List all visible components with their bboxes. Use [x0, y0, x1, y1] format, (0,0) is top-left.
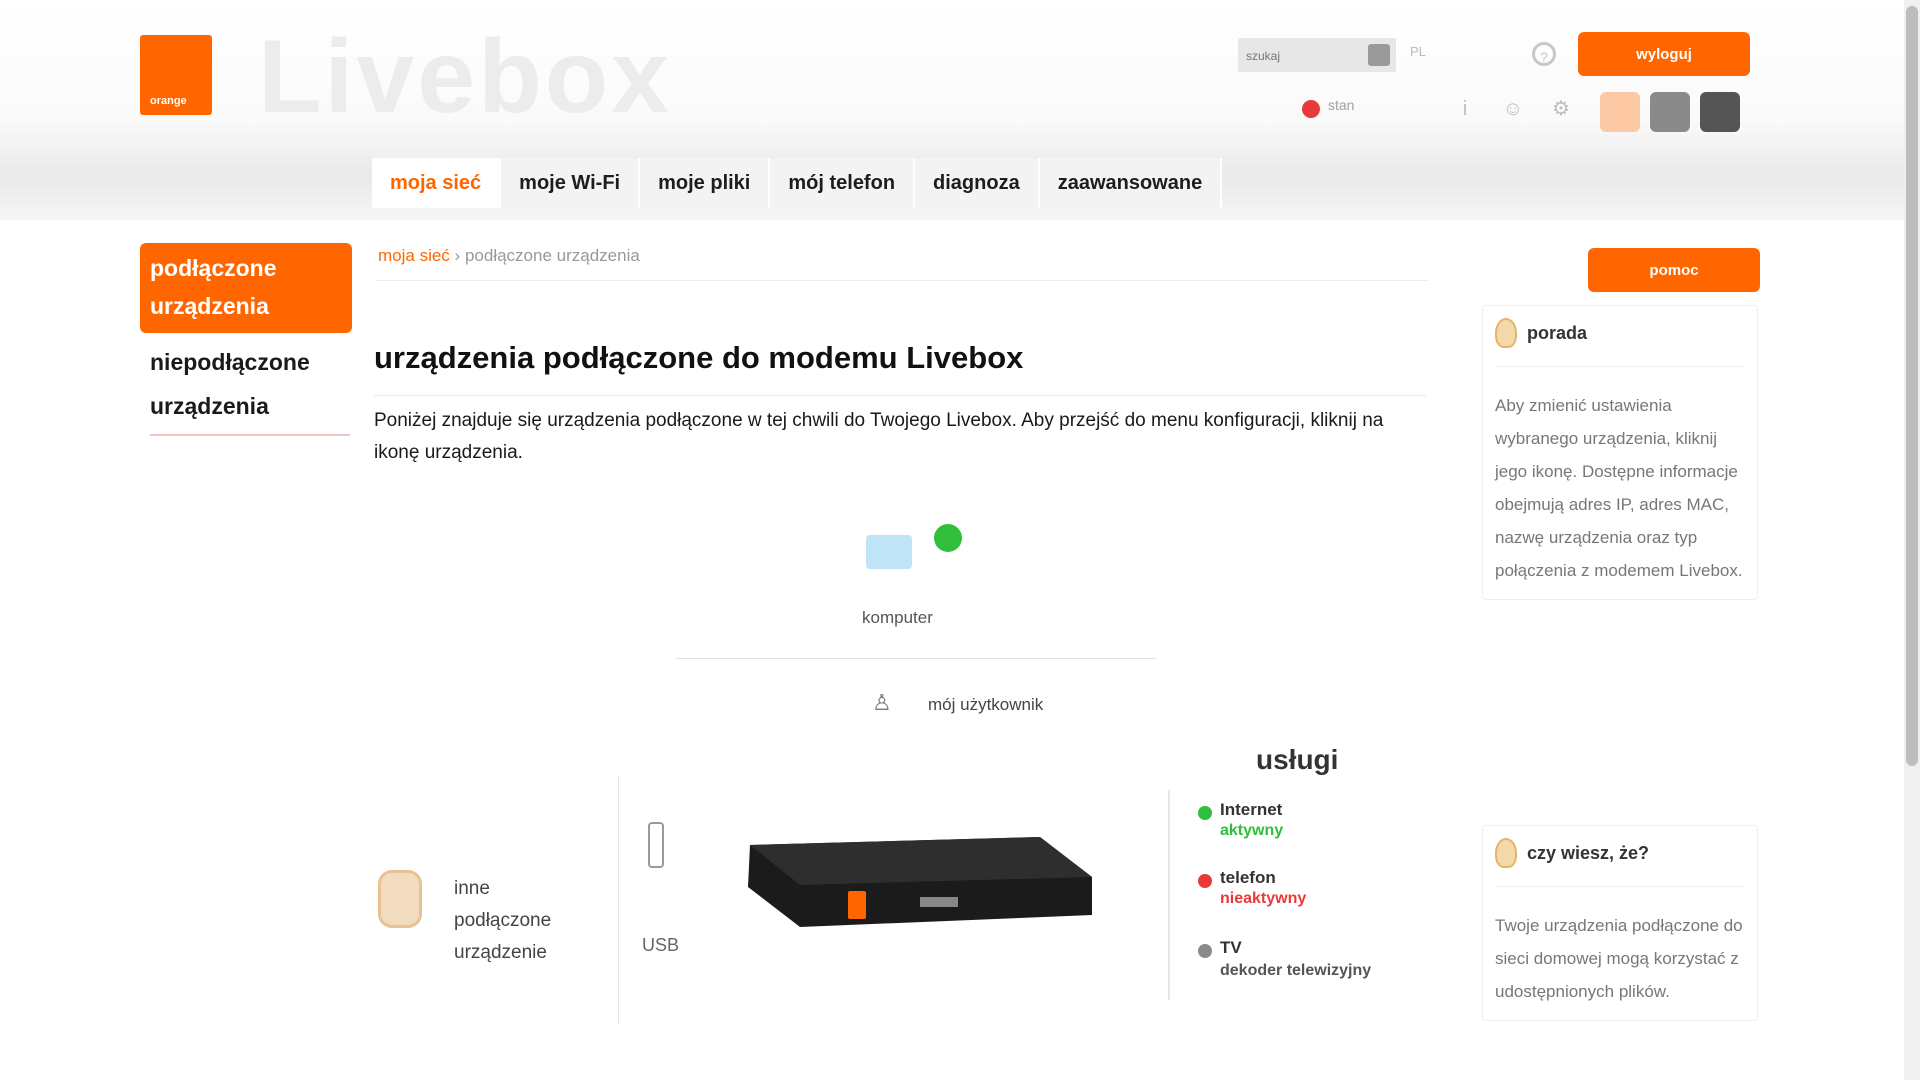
service-phone-name[interactable]: telefon — [1220, 868, 1276, 888]
user-label[interactable]: mój użytkownik — [928, 695, 1043, 715]
sidebar-item-connected-devices[interactable]: podłączone urządzenia — [140, 243, 352, 333]
help-icon[interactable]: ? — [1532, 42, 1556, 66]
tip2-text: Twoje urządzenia podłączone do sieci dom… — [1495, 916, 1743, 1001]
livebox-modem-image — [748, 837, 1092, 927]
info-icon[interactable]: i — [1452, 96, 1478, 122]
service-tv-name[interactable]: TV — [1220, 938, 1242, 958]
usb-label: USB — [642, 935, 680, 955]
lightbulb-icon — [1495, 838, 1517, 868]
status-text: stan — [1328, 97, 1355, 113]
phone-status-dot — [1198, 874, 1212, 888]
services-bracket — [1168, 790, 1170, 1000]
status-indicator-icon — [1302, 100, 1320, 118]
diagram-divider — [676, 658, 1156, 659]
search-box — [1238, 38, 1396, 74]
tip2-title: czy wiesz, że? — [1527, 842, 1650, 863]
connected-check-icon — [934, 524, 962, 552]
side-device-label[interactable]: inne podłączone urządzenie — [454, 873, 584, 969]
service-internet-status: aktywny — [1220, 822, 1284, 839]
tab-advanced[interactable]: zaawansowane — [1039, 158, 1223, 208]
tip-header: porada — [1495, 318, 1745, 367]
computer-icon[interactable] — [866, 535, 912, 569]
orange-logo[interactable]: orange — [140, 35, 212, 115]
tab-my-wifi[interactable]: moje Wi-Fi — [501, 158, 641, 208]
tab-my-network[interactable]: moja sieć — [372, 158, 502, 208]
view-mode-grey-icon[interactable] — [1650, 92, 1690, 132]
breadcrumb: moja sieć › podłączone urządzenia — [378, 246, 640, 266]
intro-text: Poniżej znajduje się urządzenia podłączo… — [374, 410, 1384, 463]
orange-logo-text: orange — [150, 95, 187, 107]
view-mode-orange-icon[interactable] — [1600, 92, 1640, 132]
service-tv-status: dekoder telewizyjny — [1220, 962, 1372, 979]
lightbulb-icon — [1495, 318, 1517, 348]
view-mode-dark-icon[interactable] — [1700, 92, 1740, 132]
breadcrumb-divider — [376, 280, 1428, 281]
lightbulb-device-icon[interactable] — [378, 870, 422, 928]
tip-title: porada — [1527, 322, 1588, 343]
internet-status-dot — [1198, 806, 1212, 820]
search-input[interactable] — [1238, 38, 1368, 74]
settings-icon[interactable]: ⚙ — [1548, 96, 1574, 122]
search-button[interactable] — [1368, 44, 1390, 66]
services-title: usługi — [1256, 744, 1339, 775]
tab-diagnostics[interactable]: diagnoza — [915, 158, 1040, 208]
sidebar-item-disconnected-devices[interactable]: niepodłączone urządzenia — [150, 340, 350, 436]
tab-my-phone[interactable]: mój telefon — [770, 158, 916, 208]
service-phone-status: nieaktywny — [1220, 890, 1307, 907]
breadcrumb-separator: › — [454, 246, 461, 265]
tv-status-dot — [1198, 944, 1212, 958]
help-button[interactable]: pomoc — [1588, 248, 1760, 292]
user-icon[interactable]: ☺ — [1500, 96, 1526, 122]
tip-text: Aby zmienić ustawienia wybranego urządze… — [1495, 396, 1743, 580]
scrollbar-thumb[interactable] — [1906, 6, 1918, 766]
tab-my-files[interactable]: moje pliki — [640, 158, 771, 208]
diagram-connector — [618, 775, 619, 1025]
header-bar: orange Livebox PL ? wyloguj stan i ☺ ⚙ m… — [0, 0, 1920, 220]
page-title: urządzenia podłączone do modemu Livebox — [374, 340, 1024, 375]
tip2-header: czy wiesz, że? — [1495, 838, 1745, 887]
device-label[interactable]: komputer — [862, 608, 933, 628]
logout-button[interactable]: wyloguj — [1578, 32, 1750, 76]
cable-icon — [648, 822, 664, 868]
tip2-panel: czy wiesz, że? Twoje urządzenia podłączo… — [1482, 825, 1758, 1021]
title-divider — [374, 395, 1426, 396]
service-internet-name[interactable]: Internet — [1220, 800, 1282, 820]
person-icon: ♙ — [872, 690, 892, 715]
main-nav: moja sieć moje Wi-Fi moje pliki mój tele… — [372, 158, 1223, 208]
breadcrumb-root-link[interactable]: moja sieć — [378, 246, 450, 265]
tip-panel: porada Aby zmienić ustawienia wybranego … — [1482, 305, 1758, 600]
breadcrumb-current: podłączone urządzenia — [464, 246, 640, 265]
language-select[interactable]: PL — [1410, 44, 1426, 59]
brand-title: Livebox — [258, 19, 672, 135]
